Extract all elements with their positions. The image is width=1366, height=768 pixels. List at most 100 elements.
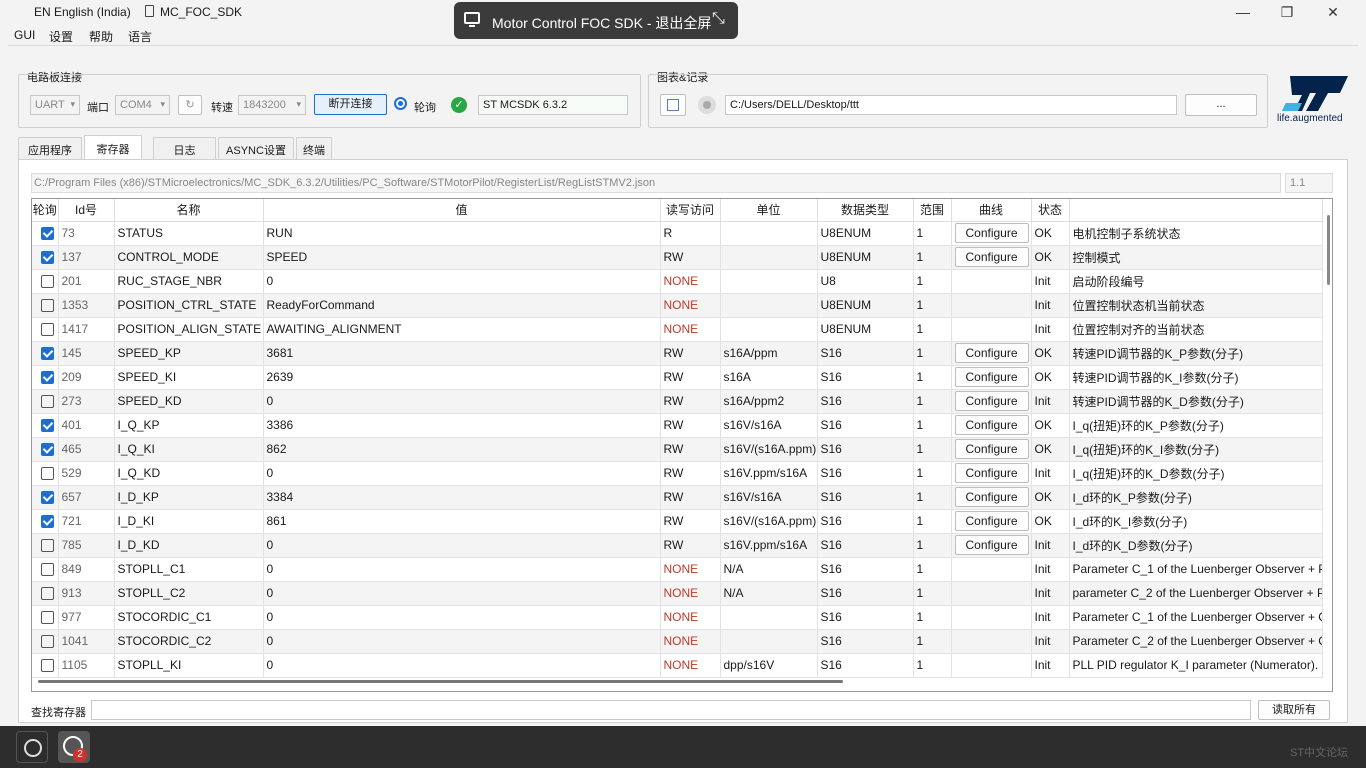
configure-button[interactable]: Configure [954, 511, 1029, 531]
poll-checkbox[interactable] [41, 491, 54, 505]
column-header[interactable]: Id号 [58, 199, 115, 222]
column-header[interactable]: 范围 [913, 199, 952, 222]
minimize-button[interactable]: — [1232, 3, 1254, 21]
register-value[interactable]: 3386 [263, 413, 661, 438]
log-path-field[interactable]: C:/Users/DELL/Desktop/ttt [725, 95, 1177, 115]
tab-registers[interactable]: 寄存器 [84, 135, 142, 159]
menu-gui[interactable]: GUI [14, 28, 35, 42]
register-value[interactable]: 0 [263, 461, 661, 486]
exit-fullscreen-banner[interactable]: Motor Control FOC SDK - 退出全屏 ⤡ [454, 2, 738, 39]
disconnect-button[interactable]: 断开连接 [314, 94, 387, 115]
table-row[interactable]: 201 RUC_STAGE_NBR 0 NONE U8 1 Init 启动阶段编号 [32, 269, 1323, 294]
record-button[interactable] [698, 96, 716, 114]
poll-checkbox[interactable] [41, 611, 54, 625]
poll-checkbox[interactable] [41, 299, 54, 313]
table-row[interactable]: 1105 STOPLL_KI 0 NONE dpp/s16V S16 1 Init PLL PI… [32, 653, 1323, 678]
table-row[interactable]: 529 I_Q_KD 0 RW s16V.ppm/s16A S16 1 Configure In… [32, 461, 1323, 486]
configure-button[interactable]: Configure [954, 247, 1029, 267]
poll-checkbox[interactable] [41, 371, 54, 385]
poll-checkbox[interactable] [41, 515, 54, 529]
poll-checkbox[interactable] [41, 275, 54, 289]
table-row[interactable]: 465 I_Q_KI 862 RW s16V/(s16A.ppm) S16 1 Configu… [32, 437, 1323, 462]
table-row[interactable]: 849 STOPLL_C1 0 NONE N/A S16 1 Init Parameter C_… [32, 557, 1323, 582]
port-select[interactable]: COM4 ▾ [115, 95, 170, 115]
table-row[interactable]: 145 SPEED_KP 3681 RW s16A/ppm S16 1 Configure OK… [32, 341, 1323, 366]
baud-select[interactable]: 1843200 ▾ [238, 95, 306, 115]
register-value[interactable]: 0 [263, 605, 661, 630]
table-row[interactable]: 785 I_D_KD 0 RW s16V.ppm/s16A S16 1 Configure In… [32, 533, 1323, 558]
column-header[interactable]: 数据类型 [817, 199, 914, 222]
table-row[interactable]: 913 STOPLL_C2 0 NONE N/A S16 1 Init parameter C_… [32, 581, 1323, 606]
register-value[interactable]: 0 [263, 557, 661, 582]
close-button[interactable]: ✕ [1322, 3, 1344, 21]
poll-checkbox[interactable] [41, 635, 54, 649]
register-value[interactable]: 0 [263, 581, 661, 606]
register-value[interactable]: ReadyForCommand [263, 293, 661, 318]
vertical-scrollbar[interactable] [1327, 215, 1330, 285]
read-all-button[interactable]: 读取所有 [1258, 700, 1330, 720]
interface-select[interactable]: UART ▾ [30, 95, 80, 115]
configure-button[interactable]: Configure [954, 439, 1029, 459]
column-header[interactable]: 状态 [1031, 199, 1070, 222]
configure-button[interactable]: Configure [954, 391, 1029, 411]
tab-terminal[interactable]: 终端 [296, 137, 332, 159]
poll-radio[interactable] [394, 97, 407, 110]
table-row[interactable]: 401 I_Q_KP 3386 RW s16V/s16A S16 1 Configure OK I… [32, 413, 1323, 438]
search-register-input[interactable] [91, 700, 1251, 720]
table-row[interactable]: 657 I_D_KP 3384 RW s16V/s16A S16 1 Configure OK I… [32, 485, 1323, 510]
tab-application[interactable]: 应用程序 [18, 137, 82, 159]
menu-settings[interactable]: 设置 [49, 28, 73, 45]
poll-checkbox[interactable] [41, 227, 54, 241]
configure-button[interactable]: Configure [954, 415, 1029, 435]
column-header[interactable] [1069, 199, 1323, 222]
poll-checkbox[interactable] [41, 443, 54, 457]
language-indicator[interactable]: EN English (India) [34, 5, 131, 19]
register-value[interactable]: RUN [263, 221, 661, 246]
table-row[interactable]: 273 SPEED_KD 0 RW s16A/ppm2 S16 1 Configure Init… [32, 389, 1323, 414]
configure-button[interactable]: Configure [954, 487, 1029, 507]
configure-button[interactable]: Configure [954, 463, 1029, 483]
configure-button[interactable]: Configure [954, 343, 1029, 363]
table-row[interactable]: 209 SPEED_KI 2639 RW s16A S16 1 Configure OK 转速PI… [32, 365, 1323, 390]
menu-help[interactable]: 帮助 [89, 28, 113, 45]
column-header[interactable]: 读写访问 [660, 199, 721, 222]
tab-async-settings[interactable]: ASYNC设置 [218, 137, 294, 159]
refresh-ports-button[interactable]: ↻ [178, 95, 202, 115]
taskbar-motor-pilot-icon[interactable]: 2 [58, 731, 90, 763]
horizontal-scrollbar[interactable] [38, 680, 843, 683]
taskbar-app-icon[interactable] [16, 731, 48, 763]
register-value[interactable]: 3384 [263, 485, 661, 510]
column-header[interactable]: 单位 [720, 199, 818, 222]
tab-log[interactable]: 日志 [153, 137, 216, 159]
register-value[interactable]: SPEED [263, 245, 661, 270]
table-row[interactable]: 1353 POSITION_CTRL_STATE ReadyForCommand NO… [32, 293, 1323, 318]
browse-button[interactable]: ... [1185, 94, 1257, 116]
poll-checkbox[interactable] [41, 323, 54, 337]
column-header[interactable]: 值 [263, 199, 661, 222]
register-value[interactable]: 861 [263, 509, 661, 534]
poll-checkbox[interactable] [41, 659, 54, 673]
table-row[interactable]: 73 STATUS RUN R U8ENUM 1 Configure OK 电机控制子系统状态 [32, 221, 1323, 246]
table-row[interactable]: 1041 STOCORDIC_C2 0 NONE S16 1 Init Parameter C… [32, 629, 1323, 654]
poll-checkbox[interactable] [41, 347, 54, 361]
poll-checkbox[interactable] [41, 563, 54, 577]
poll-checkbox[interactable] [41, 539, 54, 553]
table-row[interactable]: 977 STOCORDIC_C1 0 NONE S16 1 Init Parameter C_… [32, 605, 1323, 630]
poll-checkbox[interactable] [41, 419, 54, 433]
register-value[interactable]: AWAITING_ALIGNMENT [263, 317, 661, 342]
column-header[interactable]: 名称 [114, 199, 264, 222]
poll-checkbox[interactable] [41, 395, 54, 409]
configure-button[interactable]: Configure [954, 367, 1029, 387]
register-value[interactable]: 2639 [263, 365, 661, 390]
configure-button[interactable]: Configure [954, 535, 1029, 555]
configure-button[interactable]: Configure [954, 223, 1029, 243]
table-row[interactable]: 1417 POSITION_ALIGN_STATE AWAITING_ALIGNME… [32, 317, 1323, 342]
register-value[interactable]: 0 [263, 653, 661, 678]
poll-checkbox[interactable] [41, 587, 54, 601]
menu-language[interactable]: 语言 [128, 28, 152, 45]
register-value[interactable]: 862 [263, 437, 661, 462]
table-row[interactable]: 137 CONTROL_MODE SPEED RW U8ENUM 1 Configure OK… [32, 245, 1323, 270]
column-header[interactable]: 曲线 [951, 199, 1032, 222]
table-row[interactable]: 721 I_D_KI 861 RW s16V/(s16A.ppm) S16 1 Configu… [32, 509, 1323, 534]
restore-button[interactable]: ❐ [1276, 3, 1298, 21]
